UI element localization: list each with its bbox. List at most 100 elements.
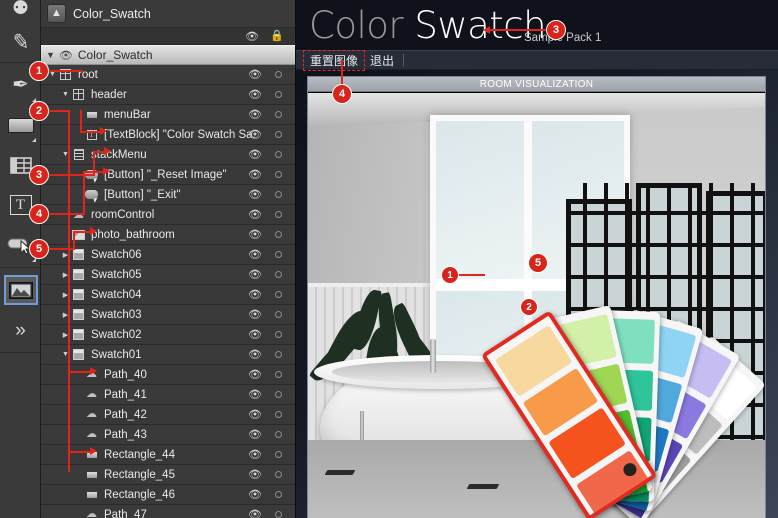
layer-disclosure-icon[interactable]: ▼: [73, 371, 84, 378]
layer-lock-toggle[interactable]: [275, 311, 282, 318]
layer-row[interactable]: ▼☁ Path_40 👁: [41, 365, 295, 385]
layer-row[interactable]: ▼ menuBar 👁: [41, 105, 295, 125]
menu-item-exit[interactable]: 退出: [364, 51, 400, 70]
layer-visibility-icon[interactable]: 👁: [248, 388, 262, 401]
layer-visibility-icon[interactable]: 👁: [248, 108, 262, 121]
layer-row[interactable]: ▼☁ Path_42 👁: [41, 405, 295, 425]
marker-stage-5[interactable]: 5: [528, 253, 548, 273]
chevron-down-icon[interactable]: ▼: [46, 50, 55, 60]
layer-disclosure-icon[interactable]: ▼: [73, 171, 84, 178]
layer-row[interactable]: ▼ Rectangle_46 👁: [41, 485, 295, 505]
layer-visibility-icon[interactable]: 👁: [248, 128, 262, 141]
text-tool[interactable]: T: [0, 185, 41, 225]
text-tool-flyout-arrow[interactable]: [32, 218, 36, 222]
more-tools-button[interactable]: »: [0, 310, 41, 350]
layer-disclosure-icon[interactable]: ▼: [60, 91, 71, 98]
layer-lock-toggle[interactable]: [275, 291, 282, 298]
layer-visibility-icon[interactable]: 👁: [248, 268, 262, 281]
layer-disclosure-icon[interactable]: ▶: [60, 291, 71, 299]
marker-photo-1[interactable]: 1: [441, 266, 459, 284]
layer-disclosure-icon[interactable]: ▼: [73, 451, 84, 458]
layer-disclosure-icon[interactable]: ▶: [60, 311, 71, 319]
layer-lock-toggle[interactable]: [275, 431, 282, 438]
stamp-tool[interactable]: ⚉: [0, 0, 41, 24]
layer-lock-toggle[interactable]: [275, 71, 282, 78]
layer-disclosure-icon[interactable]: ▼: [73, 191, 84, 198]
layer-lock-toggle[interactable]: [275, 211, 282, 218]
layer-row[interactable]: ▼ Rectangle_44 👁: [41, 445, 295, 465]
rectangle-tool-flyout-arrow[interactable]: [32, 138, 36, 142]
layer-row[interactable]: ▼☁ Path_43 👁: [41, 425, 295, 445]
layer-row[interactable]: ▼ root 👁: [41, 65, 295, 85]
layer-lock-toggle[interactable]: [275, 171, 282, 178]
layer-visibility-icon[interactable]: 👁: [248, 368, 262, 381]
layer-disclosure-icon[interactable]: ▼: [60, 231, 71, 238]
pen-tool-flyout-arrow[interactable]: [32, 98, 36, 102]
layer-visibility-icon[interactable]: 👁: [248, 288, 262, 301]
layer-visibility-icon[interactable]: 👁: [248, 148, 262, 161]
marker-photo-2[interactable]: 2: [520, 298, 538, 316]
bathroom-photo[interactable]: 1 2: [308, 93, 765, 518]
layer-disclosure-icon[interactable]: ▼: [73, 391, 84, 398]
layer-visibility-icon[interactable]: 👁: [248, 508, 262, 518]
layer-row[interactable]: ▶ Swatch05 👁: [41, 265, 295, 285]
layer-visibility-icon[interactable]: 👁: [248, 328, 262, 341]
layer-lock-toggle[interactable]: [275, 371, 282, 378]
layer-row[interactable]: ▼☁ Path_47 👁: [41, 505, 295, 518]
table-tool[interactable]: [0, 145, 41, 185]
layer-visibility-icon[interactable]: 👁: [248, 448, 262, 461]
layer-lock-toggle[interactable]: [275, 391, 282, 398]
layer-lock-toggle[interactable]: [275, 231, 282, 238]
layer-lock-toggle[interactable]: [275, 471, 282, 478]
button-tool-flyout-arrow[interactable]: [32, 258, 36, 262]
layer-lock-toggle[interactable]: [275, 331, 282, 338]
layer-lock-toggle[interactable]: [275, 271, 282, 278]
layer-visibility-icon[interactable]: 👁: [248, 228, 262, 241]
button-tool[interactable]: [0, 225, 41, 265]
layer-row[interactable]: ▼ [Button] "_Reset Image" 👁: [41, 165, 295, 185]
menu-item-reset-image[interactable]: 重置图像: [302, 49, 366, 71]
layer-visibility-icon[interactable]: 👁: [248, 428, 262, 441]
layer-disclosure-icon[interactable]: ▶: [60, 251, 71, 259]
layer-visibility-icon[interactable]: 👁: [248, 468, 262, 481]
layer-row[interactable]: ▼ [Button] "_Exit" 👁: [41, 185, 295, 205]
layer-row[interactable]: ▼ stackMenu 👁: [41, 145, 295, 165]
layer-disclosure-icon[interactable]: ▼: [73, 491, 84, 498]
layer-row[interactable]: ▼☁ Path_41 👁: [41, 385, 295, 405]
layer-visibility-icon[interactable]: 👁: [248, 68, 262, 81]
layer-visibility-icon[interactable]: 👁: [248, 408, 262, 421]
pen-tool[interactable]: ✒: [0, 65, 41, 105]
layer-visibility-icon[interactable]: 👁: [248, 208, 262, 221]
layer-row[interactable]: ▼☁ roomControl 👁: [41, 205, 295, 225]
marker-stage-4[interactable]: 4: [332, 84, 352, 104]
layer-row[interactable]: ▼T [TextBlock] "Color Swatch Sa.👁: [41, 125, 295, 145]
layer-lock-toggle[interactable]: [275, 351, 282, 358]
eraser-tool[interactable]: ✎: [0, 24, 41, 60]
layer-row[interactable]: ▼ Rectangle_45 👁: [41, 465, 295, 485]
layer-row[interactable]: ▼ header 👁: [41, 85, 295, 105]
eye-icon[interactable]: 👁: [59, 49, 73, 62]
layer-row[interactable]: ▼ photo_bathroom 👁: [41, 225, 295, 245]
layer-row[interactable]: ▼ Swatch01 👁: [41, 345, 295, 365]
layer-disclosure-icon[interactable]: ▶: [60, 331, 71, 339]
layer-row[interactable]: ▶ Swatch04 👁: [41, 285, 295, 305]
layer-row[interactable]: ▶ Swatch06 👁: [41, 245, 295, 265]
layer-row[interactable]: ▶ Swatch03 👁: [41, 305, 295, 325]
layer-disclosure-icon[interactable]: ▶: [60, 271, 71, 279]
color-swatch-fan[interactable]: [458, 293, 765, 518]
layer-row[interactable]: ▶ Swatch02 👁: [41, 325, 295, 345]
layer-root-document-row[interactable]: ▼ 👁 Color_Swatch: [41, 45, 295, 65]
marker-stage-3[interactable]: 3: [546, 20, 566, 40]
layer-lock-toggle[interactable]: [275, 411, 282, 418]
layer-disclosure-icon[interactable]: ▼: [60, 151, 71, 158]
layer-disclosure-icon[interactable]: ▼: [73, 131, 84, 138]
layer-visibility-icon[interactable]: 👁: [248, 168, 262, 181]
table-tool-flyout-arrow[interactable]: [32, 178, 36, 182]
layer-lock-toggle[interactable]: [275, 91, 282, 98]
layer-disclosure-icon[interactable]: ▼: [47, 71, 58, 78]
layer-lock-toggle[interactable]: [275, 151, 282, 158]
layer-lock-toggle[interactable]: [275, 131, 282, 138]
layer-lock-toggle[interactable]: [275, 451, 282, 458]
layer-disclosure-icon[interactable]: ▼: [60, 351, 71, 358]
export-icon[interactable]: ▲: [47, 4, 66, 23]
